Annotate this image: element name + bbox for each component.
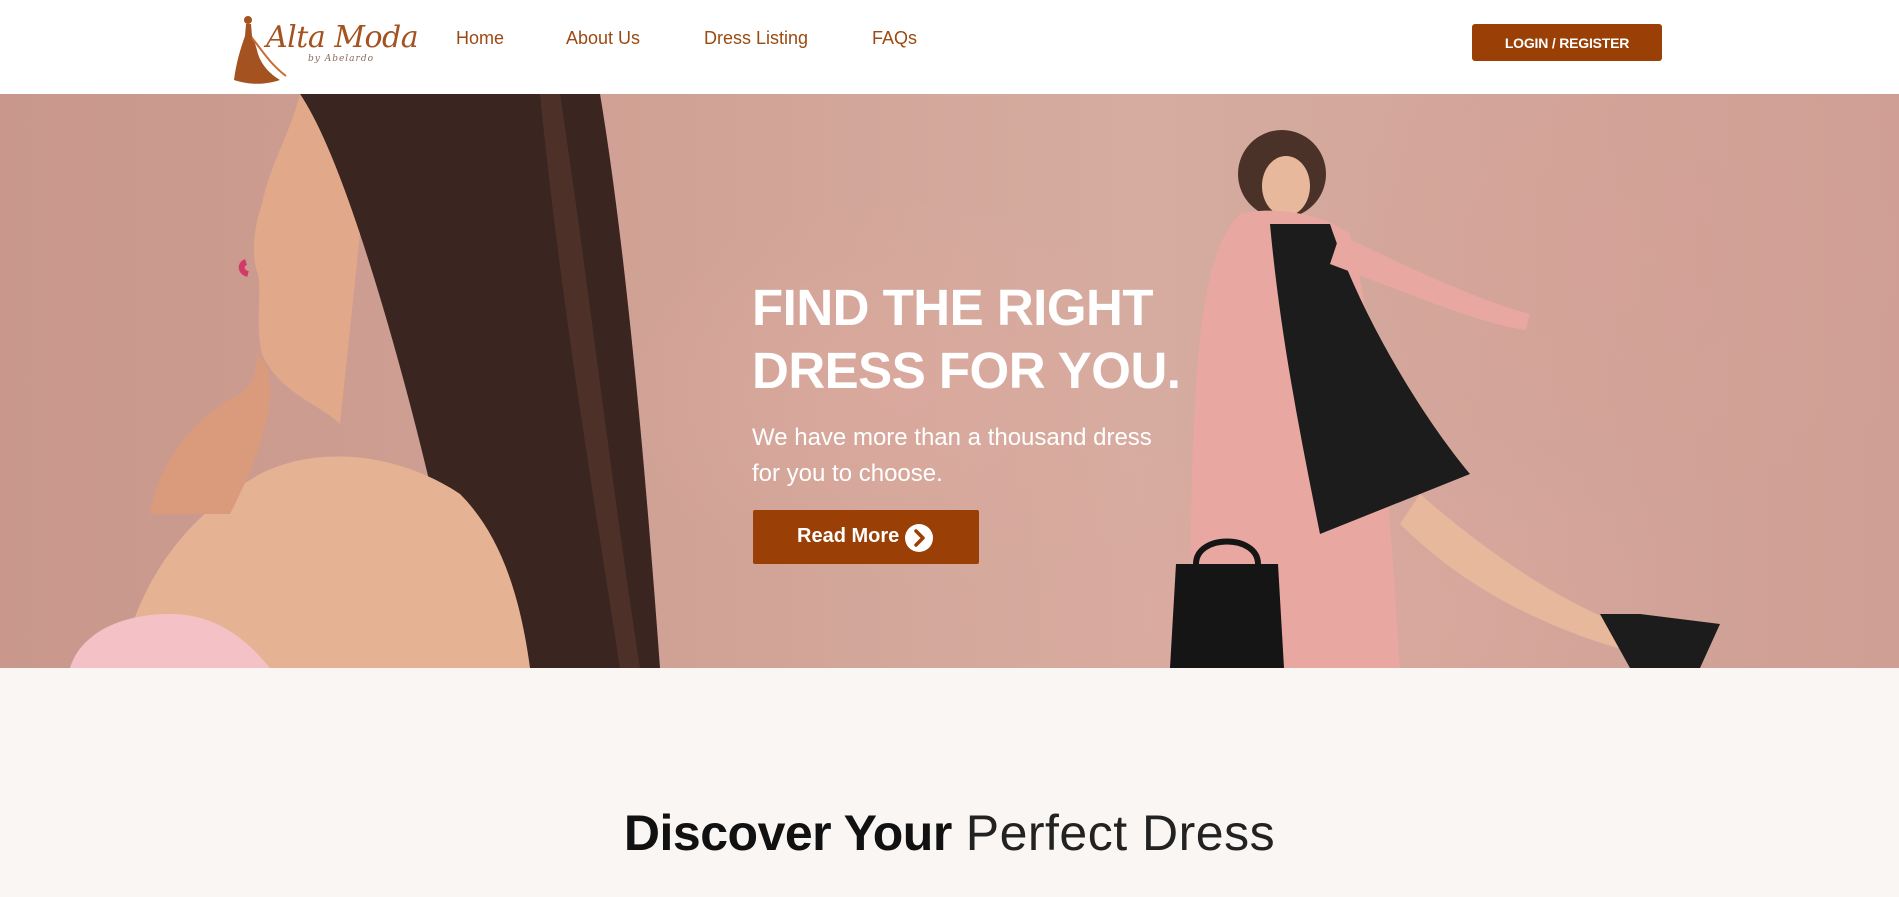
- nav-faqs[interactable]: FAQs: [872, 28, 917, 49]
- logo-subtitle: by Abelardo: [308, 54, 375, 64]
- login-register-button[interactable]: LOGIN / REGISTER: [1472, 24, 1662, 61]
- hero-banner: FIND THE RIGHT DRESS FOR YOU. We have mo…: [0, 94, 1899, 668]
- hero-title-line2: DRESS FOR YOU.: [752, 342, 1181, 399]
- discover-title-bold: Discover Your: [623, 805, 952, 861]
- hero-title: FIND THE RIGHT DRESS FOR YOU.: [752, 276, 1272, 402]
- read-more-label: Read More: [797, 525, 900, 547]
- site-logo[interactable]: Alta Moda by Abelardo: [232, 10, 419, 86]
- nav-dress-listing[interactable]: Dress Listing: [704, 28, 808, 49]
- chevron-right-circle-icon: [905, 524, 933, 552]
- hero-subtitle-line1: We have more than a thousand dress: [752, 424, 1152, 451]
- hero-title-line1: FIND THE RIGHT: [752, 279, 1153, 336]
- hero-subtitle: We have more than a thousand dress for y…: [752, 420, 1182, 492]
- discover-title: Discover Your Perfect Dress: [0, 804, 1899, 862]
- read-more-button[interactable]: Read More: [753, 510, 979, 564]
- discover-section: Discover Your Perfect Dress: [0, 668, 1899, 897]
- hero-subtitle-line2: for you to choose.: [752, 460, 943, 487]
- logo-title: Alta Moda: [266, 20, 419, 55]
- site-header: Alta Moda by Abelardo Home About Us Dres…: [0, 0, 1899, 94]
- right-model-handbag: [1170, 564, 1284, 668]
- nav-about-us[interactable]: About Us: [566, 28, 640, 49]
- nav-home[interactable]: Home: [456, 28, 504, 49]
- discover-title-light: Perfect Dress: [965, 805, 1276, 861]
